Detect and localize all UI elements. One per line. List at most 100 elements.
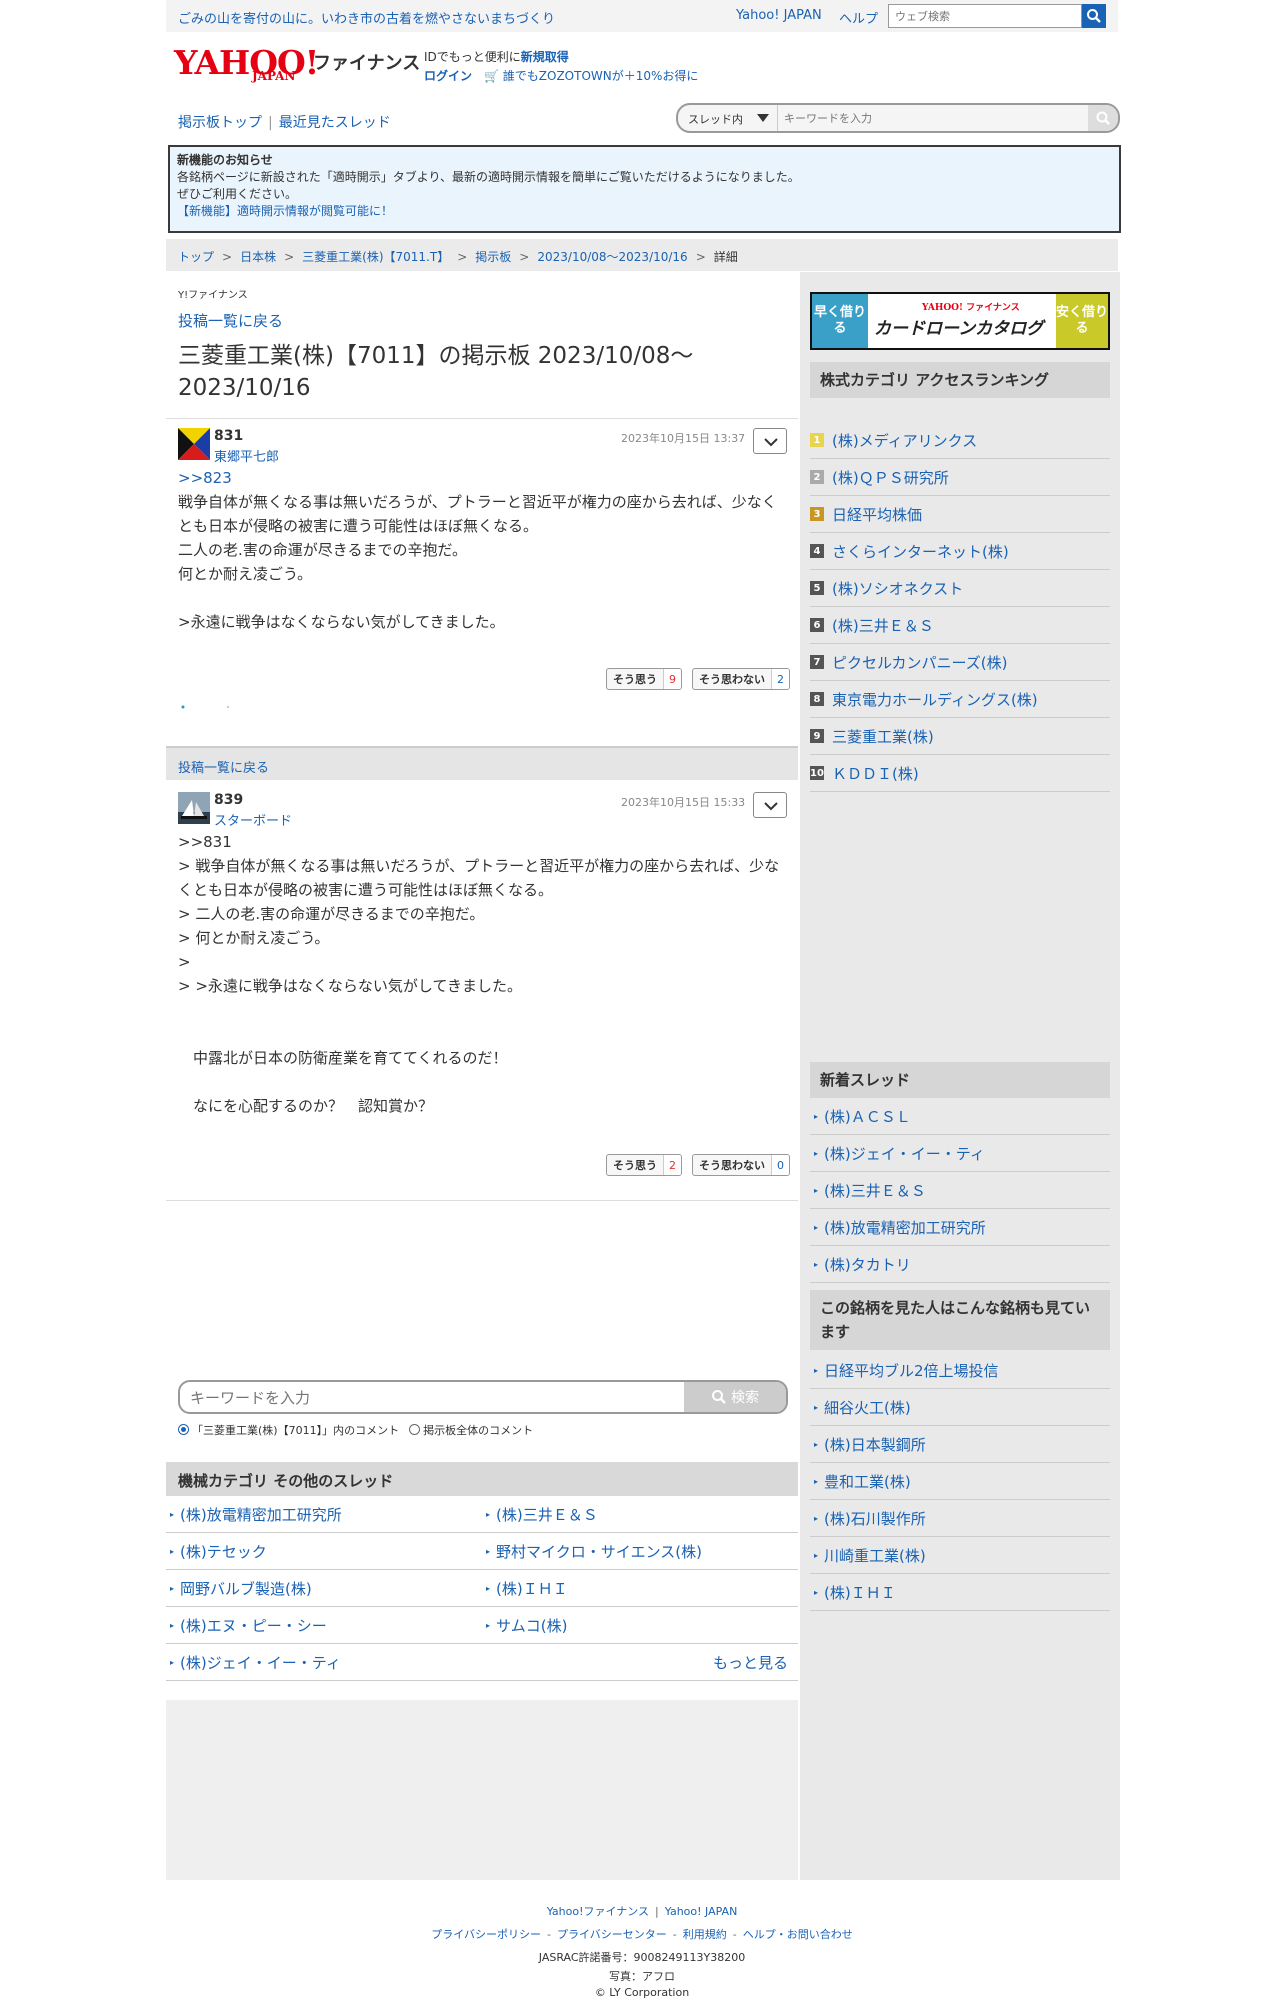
other-thread-link[interactable]: ▸ 野村マイクロ・サイエンス(株): [482, 1533, 798, 1569]
help-link[interactable]: ヘルプ: [839, 8, 878, 27]
ranking-item[interactable]: 2 (株)ＱＰＳ研究所: [810, 459, 1110, 496]
new-thread-label: (株)タカトリ: [824, 1255, 911, 1274]
comment-search-box: 検索: [178, 1380, 788, 1414]
arrow-right-icon: ▸: [170, 1583, 175, 1593]
footer-yj-link[interactable]: Yahoo! JAPAN: [665, 1905, 738, 1918]
back-to-list-link[interactable]: 投稿一覧に戻る: [178, 310, 283, 331]
agree-button[interactable]: そう思う 2: [606, 1154, 682, 1176]
breadcrumb-sep: >: [519, 250, 530, 264]
ranking-item[interactable]: 7 ピクセルカンパニーズ(株): [810, 644, 1110, 681]
login-link[interactable]: ログイン: [424, 67, 472, 84]
breadcrumb-stock[interactable]: 三菱重工業(株)【7011.T】: [302, 250, 449, 264]
campaign-link[interactable]: ごみの山を寄付の山に。いわき市の古着を燃やさないまちづくり: [178, 8, 555, 27]
ranking-item[interactable]: 1 (株)メディアリンクス: [810, 422, 1110, 459]
new-thread-link[interactable]: ▸ (株)ジェイ・イー・ティ: [810, 1135, 1110, 1172]
also-viewed-label: 日経平均ブル2倍上場投信: [824, 1361, 999, 1380]
reply-reference-link[interactable]: >>823: [178, 466, 786, 490]
footer-help-link[interactable]: ヘルプ・お問い合わせ: [743, 1928, 853, 1941]
also-viewed-link[interactable]: ▸ 細谷火工(株): [810, 1389, 1110, 1426]
new-thread-label: (株)ジェイ・イー・ティ: [824, 1144, 985, 1163]
breadcrumb-top[interactable]: トップ: [178, 250, 214, 264]
new-thread-link[interactable]: ▸ (株)三井Ｅ＆Ｓ: [810, 1172, 1110, 1209]
other-thread-link[interactable]: ▸ 岡野バルブ製造(株): [166, 1570, 482, 1606]
other-thread-link[interactable]: ▸ (株)ＩＨＩ: [482, 1570, 798, 1606]
footer-terms-link[interactable]: 利用規約: [683, 1928, 727, 1941]
also-viewed-link[interactable]: ▸ (株)日本製鋼所: [810, 1426, 1110, 1463]
other-thread-link[interactable]: ▸ (株)テセック: [166, 1533, 482, 1569]
breadcrumb-japan-stocks[interactable]: 日本株: [240, 250, 276, 264]
other-thread-link[interactable]: ▸ (株)三井Ｅ＆Ｓ: [482, 1496, 798, 1532]
avatar[interactable]: [178, 428, 210, 460]
post-body: >>831 > 戦争自体が無くなる事は無いだろうが、プトラーと習近平が権力の座か…: [178, 830, 786, 1118]
ranking-item[interactable]: 6 (株)三井Ｅ＆Ｓ: [810, 607, 1110, 644]
ad-placeholder: [166, 1700, 798, 1880]
yahoo-japan-link[interactable]: Yahoo! JAPAN: [736, 8, 822, 23]
also-viewed-link[interactable]: ▸ (株)石川製作所: [810, 1500, 1110, 1537]
ranking-item[interactable]: 5 (株)ソシオネクスト: [810, 570, 1110, 607]
new-thread-link[interactable]: ▸ (株)放電精密加工研究所: [810, 1209, 1110, 1246]
card-loan-banner[interactable]: 早く借りる YAHOO! ファイナンス カードローンカタログ 安く借りる: [810, 292, 1110, 350]
disagree-count: 2: [771, 669, 789, 689]
new-thread-link[interactable]: ▸ (株)ＡＣＳＬ: [810, 1098, 1110, 1135]
ranking-item[interactable]: 8 東京電力ホールディングス(株): [810, 681, 1110, 718]
other-thread-link[interactable]: ▸ サムコ(株): [482, 1607, 798, 1643]
avatar[interactable]: [178, 792, 210, 824]
comment-keyword-input[interactable]: [190, 1386, 670, 1410]
thread-search-button[interactable]: [1088, 105, 1118, 131]
also-viewed-link[interactable]: ▸ 日経平均ブル2倍上場投信: [810, 1352, 1110, 1389]
post-item: 831 東郷平七郎 2023年10月15日 13:37 >>823 戦争自体が無…: [166, 418, 798, 744]
arrow-right-icon: ▸: [814, 1111, 819, 1121]
breadcrumb-board[interactable]: 掲示板: [475, 250, 511, 264]
scope-all-radio[interactable]: 掲示板全体のコメント: [409, 1422, 533, 1438]
ranking-heading: 株式カテゴリ アクセスランキング: [810, 362, 1110, 398]
thread-keyword-input[interactable]: [784, 108, 1084, 128]
yahoo-logo[interactable]: YAHOO!: [174, 46, 319, 79]
also-viewed-link[interactable]: ▸ 川崎重工業(株): [810, 1537, 1110, 1574]
comment-search-button[interactable]: 検索: [684, 1382, 786, 1412]
more-threads-link[interactable]: もっと見る: [482, 1644, 798, 1680]
disagree-button[interactable]: そう思わない 0: [692, 1154, 790, 1176]
scope-this-stock-radio[interactable]: 「三菱重工業(株)【7011】」内のコメント: [178, 1422, 399, 1438]
post-menu-button[interactable]: [753, 792, 787, 818]
register-link[interactable]: 新規取得: [521, 50, 569, 64]
web-search-input[interactable]: [889, 5, 1081, 27]
post-author[interactable]: 東郷平七郎: [214, 446, 279, 465]
other-thread-link[interactable]: ▸ (株)放電精密加工研究所: [166, 1496, 482, 1532]
recent-threads-link[interactable]: 最近見たスレッド: [279, 115, 391, 131]
arrow-right-icon: ▸: [486, 1509, 491, 1519]
footer-yfin-link[interactable]: Yahoo!ファイナンス: [547, 1905, 649, 1918]
new-thread-link[interactable]: ▸ (株)タカトリ: [810, 1246, 1110, 1283]
web-search-button[interactable]: [1082, 4, 1106, 28]
also-viewed-link[interactable]: ▸ (株)ＩＨＩ: [810, 1574, 1110, 1611]
disagree-button[interactable]: そう思わない 2: [692, 668, 790, 690]
search-icon: [712, 1390, 726, 1404]
arrow-right-icon: ▸: [814, 1365, 819, 1375]
search-scope-select[interactable]: スレッド内: [678, 105, 778, 131]
other-thread-label: (株)エヌ・ピー・シー: [180, 1616, 327, 1635]
breadcrumb-period[interactable]: 2023/10/08〜2023/10/16: [537, 250, 687, 264]
zozo-promo[interactable]: 🛒 誰でもZOZOTOWNが＋10%お得に: [484, 67, 698, 84]
ranking-label: (株)三井Ｅ＆Ｓ: [832, 616, 934, 635]
ranking-item[interactable]: 4 さくらインターネット(株): [810, 533, 1110, 570]
footer-policy-links: プライバシーポリシー - プライバシーセンター - 利用規約 - ヘルプ・お問い合わせ: [431, 1928, 853, 1941]
ranking-item[interactable]: 10 ＫＤＤＩ(株): [810, 755, 1110, 792]
service-name[interactable]: ファイナンス: [313, 49, 420, 75]
board-top-link[interactable]: 掲示板トップ: [178, 115, 262, 131]
also-viewed-link[interactable]: ▸ 豊和工業(株): [810, 1463, 1110, 1500]
post-number[interactable]: 831: [214, 428, 243, 444]
other-thread-link[interactable]: ▸ (株)エヌ・ピー・シー: [166, 1607, 482, 1643]
post-author[interactable]: スターボード: [214, 810, 292, 829]
agree-button[interactable]: そう思う 9: [606, 668, 682, 690]
other-thread-label: (株)テセック: [180, 1542, 267, 1561]
ranking-item[interactable]: 9 三菱重工業(株): [810, 718, 1110, 755]
post-number[interactable]: 839: [214, 792, 243, 808]
footer-privacy-center-link[interactable]: プライバシーセンター: [557, 1928, 667, 1941]
ranking-item[interactable]: 3 日経平均株価: [810, 496, 1110, 533]
back-to-list-bar[interactable]: 投稿一覧に戻る: [166, 746, 798, 780]
post-menu-button[interactable]: [753, 428, 787, 454]
notice-link[interactable]: 【新機能】適時開示情報が閲覧可能に！: [177, 203, 1112, 220]
also-viewed-label: 川崎重工業(株): [824, 1546, 926, 1565]
other-thread-link[interactable]: ▸ (株)ジェイ・イー・ティ: [166, 1644, 482, 1680]
ranking-label: (株)ＱＰＳ研究所: [832, 468, 949, 487]
footer-privacy-policy-link[interactable]: プライバシーポリシー: [431, 1928, 541, 1941]
